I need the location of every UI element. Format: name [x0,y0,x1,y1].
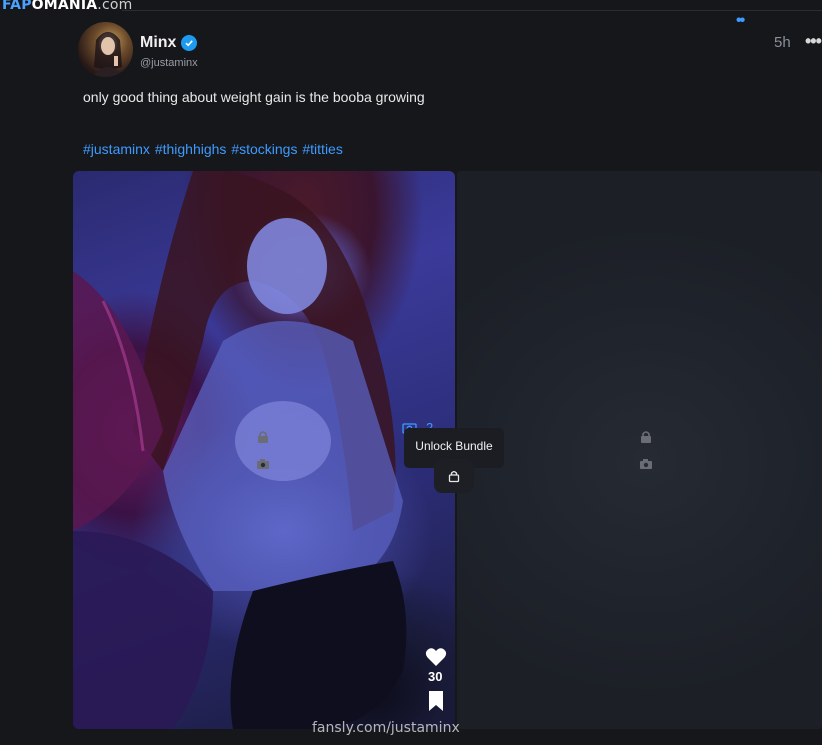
post-image[interactable] [73,171,455,729]
logo-part-1: FAP [2,0,32,13]
verified-badge-icon [181,35,197,51]
tag-list: #justaminx #thighhighs #stockings #titti… [83,141,344,157]
lock-icon [639,430,653,444]
unlock-bundle-button[interactable] [434,459,474,493]
post-text: only good thing about weight gain is the… [83,89,425,105]
tag-link[interactable]: #justaminx [83,141,150,157]
bookmark-icon[interactable] [428,690,444,717]
author-handle[interactable]: @justaminx [140,57,198,69]
locked-media-panel[interactable] [457,171,822,729]
image-watermark: fansly.com/justaminx [312,720,460,736]
tag-link[interactable]: #titties [302,141,342,157]
author-name[interactable]: Minx [140,34,176,52]
tag-link[interactable]: #thighhighs [155,141,227,157]
more-icon[interactable]: ••• [805,31,822,52]
site-logo[interactable]: FAPOMANIA.com [2,0,132,13]
camera-icon [256,457,270,471]
avatar[interactable] [78,22,133,77]
post-header: Minx @justaminx 5h ••• [78,22,822,78]
tag-link[interactable]: #stockings [231,141,297,157]
like-count: 30 [428,669,443,684]
logo-part-3: .com [97,0,133,13]
lock-icon [448,470,460,483]
logo-part-2: OMANIA [31,0,98,13]
more-icon[interactable]: •• [736,12,745,30]
lock-icon [256,430,270,444]
camera-icon [639,457,653,471]
divider [122,10,822,11]
post-time: 5h [774,34,791,51]
